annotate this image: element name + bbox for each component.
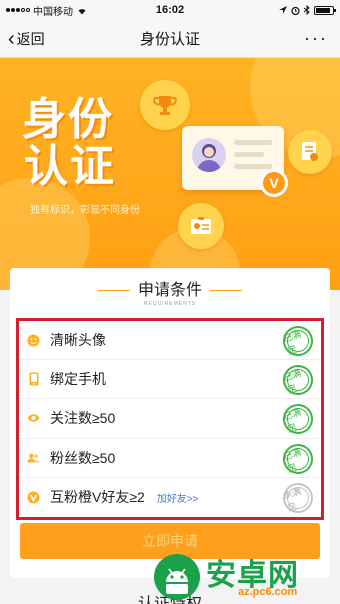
- chevron-left-icon: ‹: [8, 27, 15, 50]
- trophy-icon: [140, 80, 190, 130]
- card-line: [234, 140, 272, 145]
- status-bar: 中国移动 16:02: [0, 0, 340, 20]
- met-stamp: 已满足: [279, 400, 317, 439]
- requirements-title-text: 申请条件: [137, 282, 202, 299]
- signal-icon: [6, 8, 30, 12]
- more-button[interactable]: ···: [304, 28, 340, 49]
- requirement-label: 关注数≥50: [50, 410, 116, 427]
- list-item: 互粉橙V好友≥2 加好友>> 未满足: [19, 478, 321, 517]
- alarm-icon: [291, 6, 300, 15]
- requirement-label: 绑定手机: [50, 371, 106, 388]
- watermark: 安卓网 az.pc6.com: [150, 548, 340, 604]
- met-stamp: 已满足: [279, 439, 317, 478]
- card-line: [234, 164, 272, 169]
- smile-icon: [27, 334, 40, 347]
- phone-icon: [27, 372, 40, 386]
- page-title: 身份认证: [139, 31, 200, 48]
- banner-title-line2: 认证: [24, 141, 116, 192]
- status-right: [279, 5, 336, 15]
- list-item: 关注数≥50 已满足: [19, 399, 321, 439]
- watermark-url: az.pc6.com: [238, 586, 298, 598]
- navigation-bar: ‹ 返回 身份认证 ···: [0, 20, 340, 58]
- list-item: 粉丝数≥50 已满足: [19, 439, 321, 478]
- list-item: 清晰头像 已满足: [19, 321, 321, 361]
- v-badge-icon: V: [260, 169, 288, 197]
- unmet-stamp: 未满足: [279, 478, 317, 517]
- card-line: [234, 152, 264, 157]
- avatar-icon: [192, 138, 226, 172]
- banner-subtitle: 独有标识，彰显不同身份: [30, 205, 140, 216]
- location-icon: [279, 6, 287, 14]
- requirements-heading: 申请条件 REQUIREMENTS: [10, 276, 330, 307]
- requirements-list: 清晰头像 已满足 绑定手机 已满足 关注数≥50 已满足 粉丝数≥50 已满足: [16, 318, 324, 520]
- carrier-label: 中国移动: [33, 6, 73, 18]
- requirements-title: 申请条件: [10, 276, 330, 300]
- met-stamp: 已满足: [279, 361, 317, 400]
- requirements-card: 申请条件 REQUIREMENTS 清晰头像 已满足 绑定手机 已满足 关注数≥…: [10, 268, 330, 578]
- list-item: 绑定手机 已满足: [19, 360, 321, 400]
- status-left: 中国移动: [6, 3, 88, 18]
- v-badge-icon: [27, 491, 40, 504]
- hero-banner: 身份 认证 独有标识，彰显不同身份 V: [0, 58, 340, 290]
- requirements-title-en: REQUIREMENTS: [143, 301, 197, 307]
- requirement-label: 粉丝数≥50: [50, 449, 116, 466]
- certificate-icon: [288, 130, 332, 174]
- bluetooth-icon: [304, 5, 310, 15]
- back-button[interactable]: ‹ 返回: [0, 29, 45, 49]
- id-badge-icon: [178, 203, 224, 249]
- banner-title-line1: 身份: [22, 94, 114, 145]
- eye-icon: [27, 412, 40, 425]
- requirement-label: 互粉橙V好友≥2: [50, 489, 145, 506]
- users-icon: [27, 451, 40, 464]
- battery-icon: [314, 5, 336, 15]
- banner-title: 身份 认证: [22, 96, 116, 190]
- add-friend-link[interactable]: 加好友>>: [157, 490, 199, 505]
- met-stamp: 已满足: [279, 322, 317, 360]
- android-logo-icon: [154, 554, 200, 600]
- wifi-icon: [78, 8, 86, 14]
- requirement-label: 清晰头像: [50, 332, 106, 349]
- back-label: 返回: [16, 30, 45, 47]
